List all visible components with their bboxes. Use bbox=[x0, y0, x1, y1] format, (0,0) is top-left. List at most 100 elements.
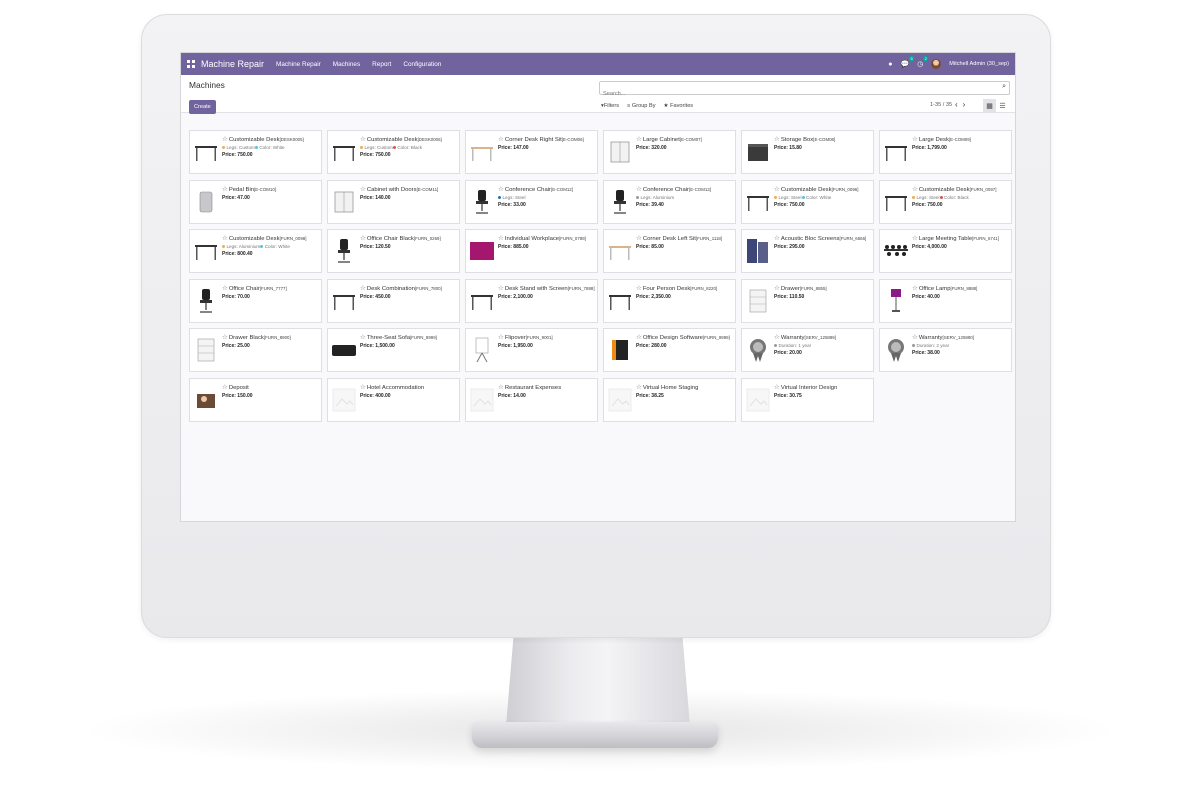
favorite-star-icon[interactable]: ☆ bbox=[636, 334, 642, 341]
favorite-star-icon[interactable]: ☆ bbox=[360, 186, 366, 193]
group-by-button[interactable]: ≡ Group By bbox=[627, 103, 655, 109]
price-label: Price: bbox=[636, 244, 652, 250]
favorite-star-icon[interactable]: ☆ bbox=[222, 136, 228, 143]
favorite-star-icon[interactable]: ☆ bbox=[360, 384, 366, 391]
favorite-star-icon[interactable]: ☆ bbox=[774, 384, 780, 391]
favorite-star-icon[interactable]: ☆ bbox=[360, 235, 366, 242]
kanban-card[interactable]: ☆Customizable Desk[DESK0005] Legs: Custom… bbox=[189, 130, 322, 174]
menu-machine-repair[interactable]: Machine Repair bbox=[276, 61, 321, 68]
kanban-card[interactable]: ☆Conference Chair[E-COM12] Legs: Steel Pri… bbox=[465, 179, 598, 224]
favorite-star-icon[interactable]: ☆ bbox=[636, 186, 642, 193]
favorite-star-icon[interactable]: ☆ bbox=[636, 136, 642, 143]
kanban-card[interactable]: ☆Flipover[FURN_9001] Price: 1,950.00 bbox=[465, 328, 598, 372]
favorite-star-icon[interactable]: ☆ bbox=[774, 235, 780, 242]
search-input[interactable] bbox=[600, 88, 985, 100]
kanban-card[interactable]: ☆Large Cabinet[E-COM07] Price: 320.00 bbox=[603, 130, 736, 174]
avatar[interactable] bbox=[931, 59, 942, 69]
kanban-card[interactable]: ☆Conference Chair[E-COM13] Legs: Aluminiu… bbox=[603, 179, 736, 224]
favorite-star-icon[interactable]: ☆ bbox=[912, 235, 918, 242]
kanban-card[interactable]: ☆Deposit Price: 150.00 bbox=[189, 377, 322, 422]
favorite-star-icon[interactable]: ☆ bbox=[498, 136, 504, 143]
pager-value[interactable]: 1-35 / 35 bbox=[930, 102, 952, 108]
kanban-card[interactable]: ☆Storage Box[E-COM08] Price: 15.80 bbox=[741, 130, 874, 174]
chevron-left-icon[interactable]: ‹ bbox=[955, 100, 958, 109]
favorites-button[interactable]: ★ Favorites bbox=[664, 103, 694, 109]
favorite-star-icon[interactable]: ☆ bbox=[498, 186, 504, 193]
apps-grid-icon[interactable] bbox=[187, 60, 195, 68]
favorite-star-icon[interactable]: ☆ bbox=[912, 334, 918, 341]
breadcrumb: Machines bbox=[189, 80, 225, 90]
kanban-card[interactable]: ☆Customizable Desk[FURN_0098] Legs: Alumi… bbox=[189, 229, 322, 273]
price-label: Price: bbox=[360, 194, 376, 201]
activity-clock-icon[interactable]: ◷ 2 bbox=[917, 56, 929, 68]
menu-configuration[interactable]: Configuration bbox=[403, 61, 441, 68]
kanban-card[interactable]: ☆Customizable Desk[FURN_0096] Legs: Steel… bbox=[741, 179, 874, 224]
kanban-card[interactable]: ☆Desk Combination[FURN_7800] Price: 450.0… bbox=[327, 278, 460, 323]
kanban-card[interactable]: ☆Virtual Interior Design Price: 30.75 bbox=[741, 377, 874, 422]
kanban-card[interactable]: ☆Individual Workplace[FURN_0789] Price: 8… bbox=[465, 229, 598, 273]
kanban-card[interactable]: ☆Customizable Desk[DESK0006] Legs: Custom… bbox=[327, 130, 460, 174]
kanban-card[interactable]: ☆Drawer[FURN_8855] Price: 110.50 bbox=[741, 278, 874, 323]
kanban-card[interactable]: ☆Acoustic Bloc Screens[FURN_6666] Price: … bbox=[741, 229, 874, 273]
kanban-card[interactable]: ☆Three-Seat Sofa[FURN_8999] Price: 1,500.… bbox=[327, 328, 460, 372]
app-title[interactable]: Machine Repair bbox=[201, 59, 264, 69]
favorite-star-icon[interactable]: ☆ bbox=[774, 136, 780, 143]
favorite-star-icon[interactable]: ☆ bbox=[636, 235, 642, 242]
favorite-star-icon[interactable]: ☆ bbox=[222, 285, 228, 292]
favorite-star-icon[interactable]: ☆ bbox=[360, 334, 366, 341]
favorite-star-icon[interactable]: ☆ bbox=[498, 384, 504, 391]
kanban-view-icon[interactable]: ▦ bbox=[983, 99, 996, 113]
kanban-card[interactable]: ☆Large Meeting Table[FURN_6741] Price: 4,… bbox=[879, 229, 1012, 273]
favorite-star-icon[interactable]: ☆ bbox=[498, 235, 504, 242]
chat-icon[interactable]: 💬 5 bbox=[900, 56, 915, 68]
favorite-star-icon[interactable]: ☆ bbox=[498, 334, 504, 341]
kanban-card[interactable]: ☆Office Lamp[FURN_8888] Price: 40.00 bbox=[879, 278, 1012, 323]
menu-machines[interactable]: Machines bbox=[333, 61, 360, 68]
kanban-card[interactable]: ☆Large Desk[E-COM09] Price: 1,799.00 bbox=[879, 130, 1012, 174]
kanban-card[interactable]: ☆Desk Stand with Screen[FURN_7888] Price:… bbox=[465, 278, 598, 323]
favorite-star-icon[interactable]: ☆ bbox=[360, 285, 366, 292]
kanban-card[interactable]: ☆Warranty[SERV_125889] Duration: 1 year Pr… bbox=[741, 328, 874, 372]
product-reference: [FURN_7888] bbox=[567, 285, 595, 291]
favorite-star-icon[interactable]: ☆ bbox=[912, 136, 918, 143]
favorite-star-icon[interactable]: ☆ bbox=[636, 384, 642, 391]
favorite-star-icon[interactable]: ☆ bbox=[774, 186, 780, 193]
favorite-star-icon[interactable]: ☆ bbox=[222, 384, 228, 391]
kanban-card[interactable]: ☆Customizable Desk[FURN_0097] Legs: Steel… bbox=[879, 179, 1012, 224]
kanban-card[interactable]: ☆Cabinet with Doors[E-COM11] Price: 140.0… bbox=[327, 179, 460, 224]
chevron-right-icon[interactable]: › bbox=[963, 100, 966, 109]
favorite-star-icon[interactable]: ☆ bbox=[636, 285, 642, 292]
card-title: ☆Office Chair Black[FURN_0269] bbox=[360, 234, 457, 242]
product-price: Price: 400.00 bbox=[360, 393, 457, 399]
filters-button[interactable]: ▾Filters bbox=[601, 103, 619, 109]
favorite-star-icon[interactable]: ☆ bbox=[498, 285, 504, 292]
favorite-star-icon[interactable]: ☆ bbox=[774, 285, 780, 292]
kanban-card[interactable]: ☆Office Design Software[FURN_9999] Price:… bbox=[603, 328, 736, 372]
favorite-star-icon[interactable]: ☆ bbox=[360, 136, 366, 143]
kanban-card[interactable]: ☆Drawer Black[FURN_8900] Price: 25.00 bbox=[189, 328, 322, 372]
favorite-star-icon[interactable]: ☆ bbox=[222, 186, 228, 193]
kanban-card[interactable]: ☆Restaurant Expenses Price: 14.00 bbox=[465, 377, 598, 422]
kanban-card[interactable]: ☆Pedal Bin[E-COM10] Price: 47.00 bbox=[189, 179, 322, 224]
favorite-star-icon[interactable]: ☆ bbox=[912, 285, 918, 292]
kanban-card[interactable]: ☆Office Chair Black[FURN_0269] Price: 120… bbox=[327, 229, 460, 273]
favorite-star-icon[interactable]: ☆ bbox=[222, 235, 228, 242]
price-label: Price: bbox=[498, 244, 514, 250]
favorite-star-icon[interactable]: ☆ bbox=[774, 334, 780, 341]
kanban-card[interactable]: ☆Warranty[SERV_125890] Duration: 2 year Pr… bbox=[879, 328, 1012, 372]
create-button[interactable]: Create bbox=[189, 100, 216, 114]
kanban-card[interactable]: ☆Corner Desk Left Sit[FURN_1118] Price: 8… bbox=[603, 229, 736, 273]
kanban-card[interactable]: ☆Office Chair[FURN_7777] Price: 70.00 bbox=[189, 278, 322, 323]
card-body: ☆Storage Box[E-COM08] Price: 15.80 bbox=[774, 135, 871, 151]
user-name[interactable]: Mitchell Admin (30_sep) bbox=[949, 61, 1009, 67]
kanban-card[interactable]: ☆Hotel Accommodation Price: 400.00 bbox=[327, 377, 460, 422]
favorite-star-icon[interactable]: ☆ bbox=[222, 334, 228, 341]
search-icon[interactable]: ⌕ bbox=[1002, 83, 1006, 91]
bug-icon[interactable]: ● bbox=[888, 61, 892, 68]
list-view-icon[interactable]: ☰ bbox=[996, 99, 1009, 113]
kanban-card[interactable]: ☆Virtual Home Staging Price: 38.25 bbox=[603, 377, 736, 422]
menu-report[interactable]: Report bbox=[372, 61, 391, 68]
favorite-star-icon[interactable]: ☆ bbox=[912, 186, 918, 193]
kanban-card[interactable]: ☆Corner Desk Right Sit[E-COM06] Price: 14… bbox=[465, 130, 598, 174]
kanban-card[interactable]: ☆Four Person Desk[FURN_8220] Price: 2,350… bbox=[603, 278, 736, 323]
